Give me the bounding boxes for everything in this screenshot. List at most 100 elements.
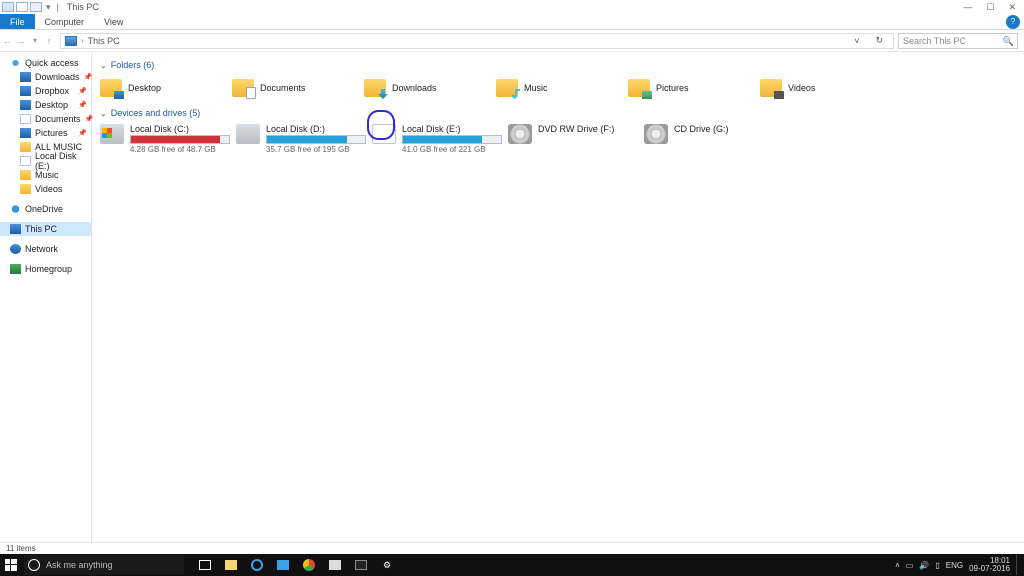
sidebar-quick-access[interactable]: Quick access: [0, 56, 91, 70]
task-view-button[interactable]: [194, 555, 216, 575]
sidebar-item-dropbox[interactable]: Dropbox📌: [0, 84, 91, 98]
folder-downloads[interactable]: Downloads: [364, 74, 496, 102]
search-input[interactable]: Search This PC 🔍: [898, 33, 1018, 49]
tray-overflow-icon[interactable]: ˄: [895, 561, 900, 570]
drive-label: Local Disk (E:): [402, 124, 508, 134]
pictures-icon: [20, 128, 31, 138]
star-icon: [10, 58, 21, 68]
taskbar-app-edge[interactable]: [246, 555, 268, 575]
folder-icon: [760, 79, 782, 97]
qat-button[interactable]: [30, 2, 42, 12]
drive-local-disk-c-[interactable]: Local Disk (C:)4.28 GB free of 48.7 GB: [100, 122, 236, 156]
search-placeholder: Ask me anything: [46, 560, 113, 570]
system-tray: ˄ ▭ 🔊 ▯ ENG 18:01 09-07-2016: [895, 555, 1024, 575]
folder-music[interactable]: Music: [496, 74, 628, 102]
tab-view[interactable]: View: [94, 14, 133, 29]
dropbox-icon: [20, 86, 31, 96]
forward-button[interactable]: →: [14, 36, 28, 46]
drive-local-disk-e-[interactable]: Local Disk (E:)41.0 GB free of 221 GB: [372, 122, 508, 156]
drive-icon: [372, 124, 396, 144]
up-button[interactable]: ↑: [42, 36, 56, 46]
folder-documents[interactable]: Documents: [232, 74, 364, 102]
drive-cd-drive-g-[interactable]: CD Drive (G:): [644, 122, 780, 156]
sidebar-item-videos[interactable]: Videos: [0, 182, 91, 196]
taskbar-app-chrome[interactable]: [298, 555, 320, 575]
content-pane: ⌄ Folders (6) Desktop Documents Download…: [92, 52, 1024, 542]
recent-locations-button[interactable]: ▾: [28, 36, 42, 45]
pin-icon: 📌: [84, 73, 93, 81]
chevron-down-icon: ⌄: [100, 61, 107, 70]
drive-icon: [20, 156, 31, 166]
folder-icon: [20, 142, 31, 152]
taskbar-app[interactable]: [324, 555, 346, 575]
music-icon: [20, 170, 31, 180]
folder-icon: [364, 79, 386, 97]
search-icon: 🔍: [1003, 36, 1014, 47]
tab-file[interactable]: File: [0, 14, 35, 29]
gear-icon: ⚙: [383, 560, 391, 571]
pin-icon: 📌: [78, 101, 87, 109]
folder-videos[interactable]: Videos: [760, 74, 892, 102]
sidebar-this-pc[interactable]: This PC: [0, 222, 91, 236]
status-item-count: 11 items: [6, 544, 36, 553]
drive-label: Local Disk (C:): [130, 124, 236, 134]
group-header-drives[interactable]: ⌄ Devices and drives (5): [100, 108, 1016, 118]
close-button[interactable]: ✕: [1008, 2, 1016, 13]
taskbar-search[interactable]: Ask me anything: [24, 555, 184, 575]
breadcrumb-location[interactable]: This PC: [88, 36, 120, 46]
qat-dropdown-icon[interactable]: ▾: [44, 2, 53, 13]
task-view-icon: [199, 560, 211, 570]
sidebar-item-desktop[interactable]: Desktop📌: [0, 98, 91, 112]
sidebar-item-pictures[interactable]: Pictures📌: [0, 126, 91, 140]
title-bar: ▾ | This PC — ☐ ✕: [0, 0, 1024, 14]
tray-volume-icon[interactable]: 🔊: [919, 561, 929, 570]
sidebar-item-local-disk-e[interactable]: Local Disk (E:): [0, 154, 91, 168]
network-icon: [10, 244, 21, 254]
folder-icon: [100, 79, 122, 97]
help-button[interactable]: ?: [1006, 15, 1020, 29]
sidebar-onedrive[interactable]: OneDrive: [0, 202, 91, 216]
show-desktop-button[interactable]: [1016, 555, 1020, 575]
drive-label: CD Drive (G:): [674, 124, 780, 134]
sidebar-item-documents[interactable]: Documents📌: [0, 112, 91, 126]
drive-local-disk-d-[interactable]: Local Disk (D:)35.7 GB free of 195 GB: [236, 122, 372, 156]
taskbar-app-explorer[interactable]: [220, 555, 242, 575]
videos-icon: [20, 184, 31, 194]
qat-button[interactable]: [16, 2, 28, 12]
taskbar: Ask me anything ⚙ ˄ ▭ 🔊 ▯ ENG 18:01 09-0…: [0, 554, 1024, 576]
drive-icon: [100, 124, 124, 144]
breadcrumb[interactable]: › This PC ˅ ↻: [60, 33, 894, 49]
minimize-button[interactable]: —: [963, 2, 972, 13]
folder-desktop[interactable]: Desktop: [100, 74, 232, 102]
maximize-button[interactable]: ☐: [986, 2, 994, 13]
window-title: This PC: [67, 2, 99, 12]
documents-icon: [20, 114, 31, 124]
sidebar-item-downloads[interactable]: Downloads📌: [0, 70, 91, 84]
taskbar-app-settings[interactable]: ⚙: [376, 555, 398, 575]
app-icon: [277, 560, 289, 570]
address-dropdown-icon[interactable]: ˅: [848, 36, 865, 46]
pc-icon: [65, 36, 77, 46]
tray-network-icon[interactable]: ▭: [906, 561, 914, 570]
group-header-folders[interactable]: ⌄ Folders (6): [100, 60, 1016, 70]
navigation-pane: Quick access Downloads📌 Dropbox📌 Desktop…: [0, 52, 92, 542]
folder-pictures[interactable]: Pictures: [628, 74, 760, 102]
chevron-down-icon: ⌄: [100, 109, 107, 118]
back-button[interactable]: ←: [0, 36, 14, 46]
refresh-button[interactable]: ↻: [869, 35, 889, 46]
pin-icon: 📌: [78, 129, 87, 137]
tray-clock[interactable]: 18:01 09-07-2016: [969, 557, 1010, 573]
tab-computer[interactable]: Computer: [35, 14, 95, 29]
sidebar-network[interactable]: Network: [0, 242, 91, 256]
folder-icon: [628, 79, 650, 97]
folder-icon: [232, 79, 254, 97]
tray-battery-icon[interactable]: ▯: [935, 561, 939, 570]
sidebar-homegroup[interactable]: Homegroup: [0, 262, 91, 276]
taskbar-app[interactable]: [272, 555, 294, 575]
tray-language[interactable]: ENG: [946, 561, 963, 570]
explorer-icon: [2, 2, 14, 12]
start-button[interactable]: [0, 554, 22, 576]
drive-dvd-rw-drive-f-[interactable]: DVD RW Drive (F:): [508, 122, 644, 156]
onedrive-icon: [10, 204, 21, 214]
taskbar-app-store[interactable]: [350, 555, 372, 575]
